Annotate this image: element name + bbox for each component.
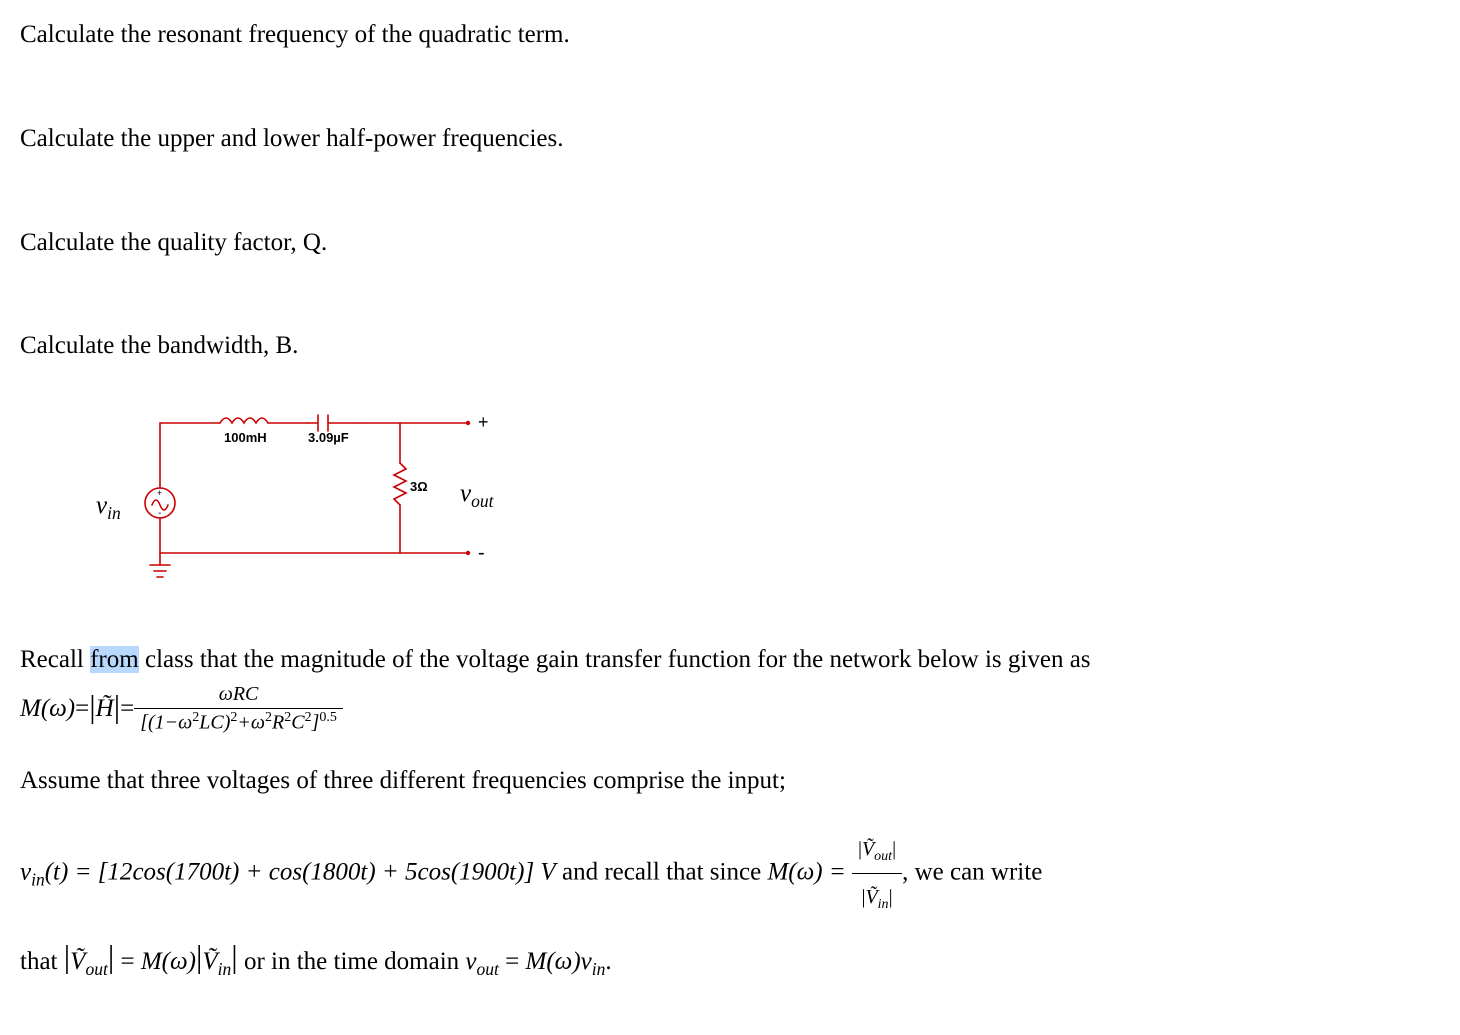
vt-in2-sub: in	[218, 959, 232, 979]
that: that	[20, 948, 64, 975]
inductor-label: 100mH	[224, 429, 267, 447]
eq3: =	[114, 948, 141, 975]
ratio-frac: |Ṽout| |Ṽin|	[852, 826, 902, 921]
vin-v2: v	[20, 859, 31, 886]
question-4: Calculate the bandwidth, B.	[20, 329, 1440, 363]
abs-c3: |	[231, 938, 237, 974]
ratio-num: |Ṽout|	[852, 826, 902, 874]
vin-t: (t) = [12	[45, 859, 133, 886]
vt-out: Ṽ	[862, 838, 874, 860]
vin-sub3: in	[592, 959, 606, 979]
vt-out2-sub: out	[85, 959, 107, 979]
question-2: Calculate the upper and lower half-power…	[20, 122, 1440, 156]
vout-sub: out	[471, 491, 493, 511]
vt-in: Ṽ	[865, 886, 877, 908]
M3: M	[526, 948, 547, 975]
cos2: cos	[269, 859, 302, 886]
vt-in-sub: in	[878, 897, 889, 912]
den-p4: R	[272, 711, 284, 733]
assume-line: Assume that three voltages of three diff…	[20, 764, 1440, 798]
abs-c2: |	[108, 938, 114, 974]
omega2: (ω)	[162, 948, 196, 975]
eq-num: ωRC	[134, 681, 343, 709]
eq-H: H̃	[96, 692, 114, 726]
vin-label: vin	[96, 489, 121, 526]
eq4: =	[499, 948, 526, 975]
vt-out-sub: out	[874, 849, 892, 864]
capacitor-label: 3.09µF	[308, 429, 349, 447]
question-1: Calculate the resonant frequency of the …	[20, 18, 1440, 52]
circuit-diagram: + - + - 100mH 3.09µF 3Ω vin vout	[60, 393, 520, 593]
abs-open-1: |	[89, 685, 95, 728]
vout-label: vout	[460, 477, 493, 514]
svg-text:-: -	[478, 542, 485, 564]
or-text: or in the time domain	[238, 948, 466, 975]
arg3: (1900t)] V	[451, 859, 556, 886]
vout-v: v	[460, 480, 471, 507]
den-s3: 2	[265, 710, 272, 725]
den-s5: 2	[305, 710, 312, 725]
M2: M	[141, 948, 162, 975]
document-page: Calculate the resonant frequency of the …	[0, 0, 1460, 1035]
eq-fraction: ωRC [(1−ω2LC)2+ω2R2C2]0.5	[134, 681, 343, 737]
resistor-label: 3Ω	[410, 478, 428, 496]
svg-text:+: +	[478, 412, 489, 432]
vin-v3: v	[581, 948, 592, 975]
magnitude-equation: M(ω) = |H̃| = ωRC [(1−ω2LC)2+ω2R2C2]0.5	[20, 681, 1440, 737]
vout-v2: v	[465, 948, 476, 975]
question-3: Calculate the quality factor, Q.	[20, 226, 1440, 260]
comma: , we can write	[902, 859, 1042, 886]
abs-close-1: |	[114, 685, 120, 728]
omega3: (ω)	[546, 948, 580, 975]
den-p3: +ω	[237, 711, 265, 733]
arg2: (1800t) + 5	[302, 859, 417, 886]
vin-v: v	[96, 492, 107, 519]
omega1: (ω) =	[788, 859, 852, 886]
eq-M: M	[20, 692, 41, 726]
arg1: (1700t) +	[166, 859, 269, 886]
den-p5: C	[291, 711, 304, 733]
vt-in2: Ṽ	[202, 948, 217, 975]
vin-expression: vin(t) = [12cos(1700t) + cos(1800t) + 5c…	[20, 826, 1440, 995]
cos3: cos	[418, 859, 451, 886]
recall-paragraph: Recall from class that the magnitude of …	[20, 643, 1440, 677]
vt-out2: Ṽ	[70, 948, 85, 975]
recall-rest: class that the magnitude of the voltage …	[139, 646, 1091, 673]
M1: M	[767, 859, 788, 886]
den-p1: [(1−ω	[140, 711, 192, 733]
abs-o2: |	[64, 938, 70, 974]
eq-omega: (ω)	[41, 692, 75, 726]
recall2: and recall that since	[556, 859, 768, 886]
circuit-svg: + - + -	[60, 393, 520, 593]
vin-sub: in	[107, 503, 121, 523]
vout-sub2: out	[477, 959, 499, 979]
den-p2: LC)	[199, 711, 230, 733]
eq-den: [(1−ω2LC)2+ω2R2C2]0.5	[134, 709, 343, 737]
eq-eq2: =	[120, 692, 134, 726]
cos1: cos	[132, 859, 165, 886]
period: .	[605, 948, 611, 975]
svg-text:-: -	[158, 508, 161, 519]
recall-highlight: from	[90, 646, 139, 673]
svg-text:+: +	[157, 488, 162, 498]
den-exp: 0.5	[319, 710, 337, 725]
eq-eq1: =	[75, 692, 89, 726]
recall-prefix: Recall	[20, 646, 90, 673]
vin-sub2: in	[31, 870, 45, 890]
ratio-den: |Ṽin|	[852, 874, 902, 921]
abs-o3: |	[196, 938, 202, 974]
